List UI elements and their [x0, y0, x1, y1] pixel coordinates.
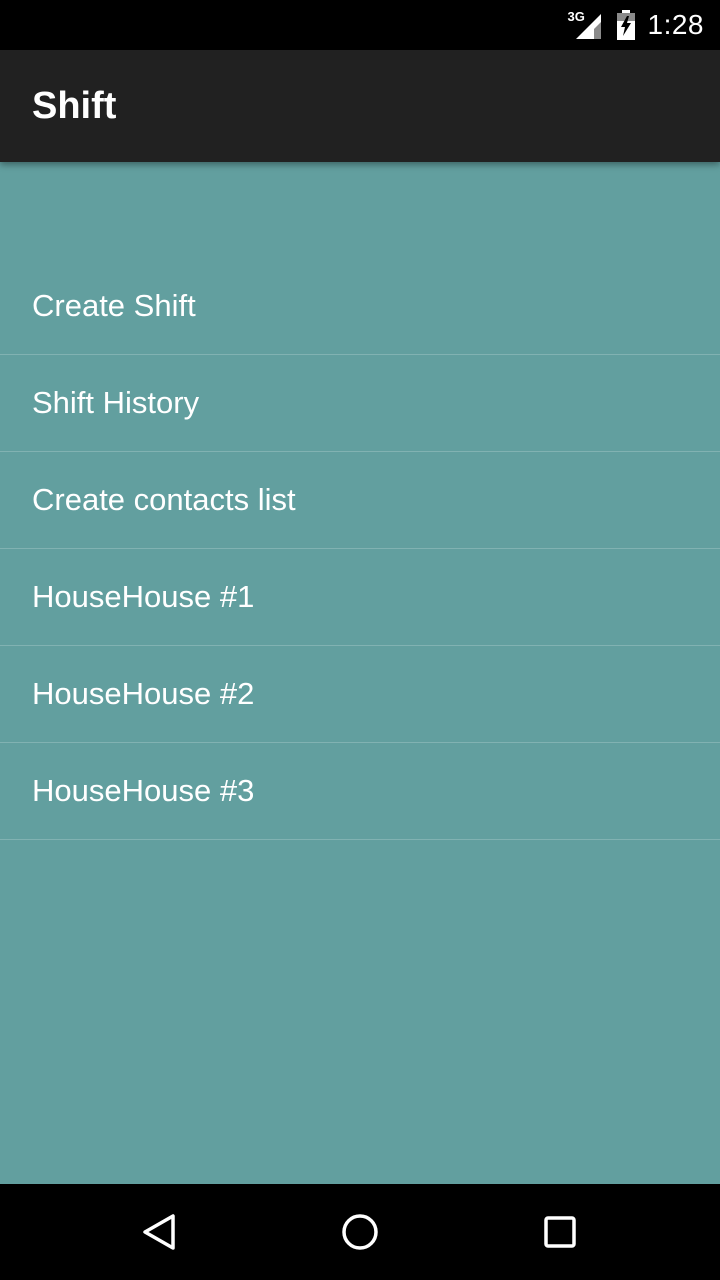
network-indicator: 3G [568, 10, 604, 40]
menu-item-shift-history[interactable]: Shift History [0, 355, 720, 452]
menu-item-label: HouseHouse #2 [32, 676, 255, 711]
status-icons: 3G 1:28 [568, 0, 705, 50]
menu-item-label: HouseHouse #1 [32, 579, 255, 614]
back-button[interactable] [100, 1184, 220, 1280]
status-bar: 3G 1:28 [0, 0, 720, 50]
home-button[interactable] [300, 1184, 420, 1280]
menu-item-label: Shift History [32, 385, 200, 420]
battery-charging-icon [616, 10, 635, 40]
navigation-bar [0, 1184, 720, 1280]
menu-item-label: Create Shift [32, 288, 196, 323]
menu-item-househouse-3[interactable]: HouseHouse #3 [0, 743, 720, 840]
cell-signal-icon [575, 14, 601, 39]
menu-item-create-shift[interactable]: Create Shift [0, 258, 720, 355]
recents-button[interactable] [500, 1184, 620, 1280]
back-icon [143, 1214, 175, 1250]
app-bar: Shift [0, 50, 720, 162]
menu-item-househouse-2[interactable]: HouseHouse #2 [0, 646, 720, 743]
menu-item-label: HouseHouse #3 [32, 773, 255, 808]
menu-item-create-contacts-list[interactable]: Create contacts list [0, 452, 720, 549]
status-clock: 1:28 [647, 9, 704, 40]
app-title: Shift [32, 84, 117, 127]
recents-icon [544, 1216, 576, 1248]
menu-item-label: Create contacts list [32, 482, 296, 517]
menu-item-househouse-1[interactable]: HouseHouse #1 [0, 549, 720, 646]
menu-list: Create Shift Shift History Create contac… [0, 258, 720, 840]
home-icon [342, 1214, 378, 1250]
